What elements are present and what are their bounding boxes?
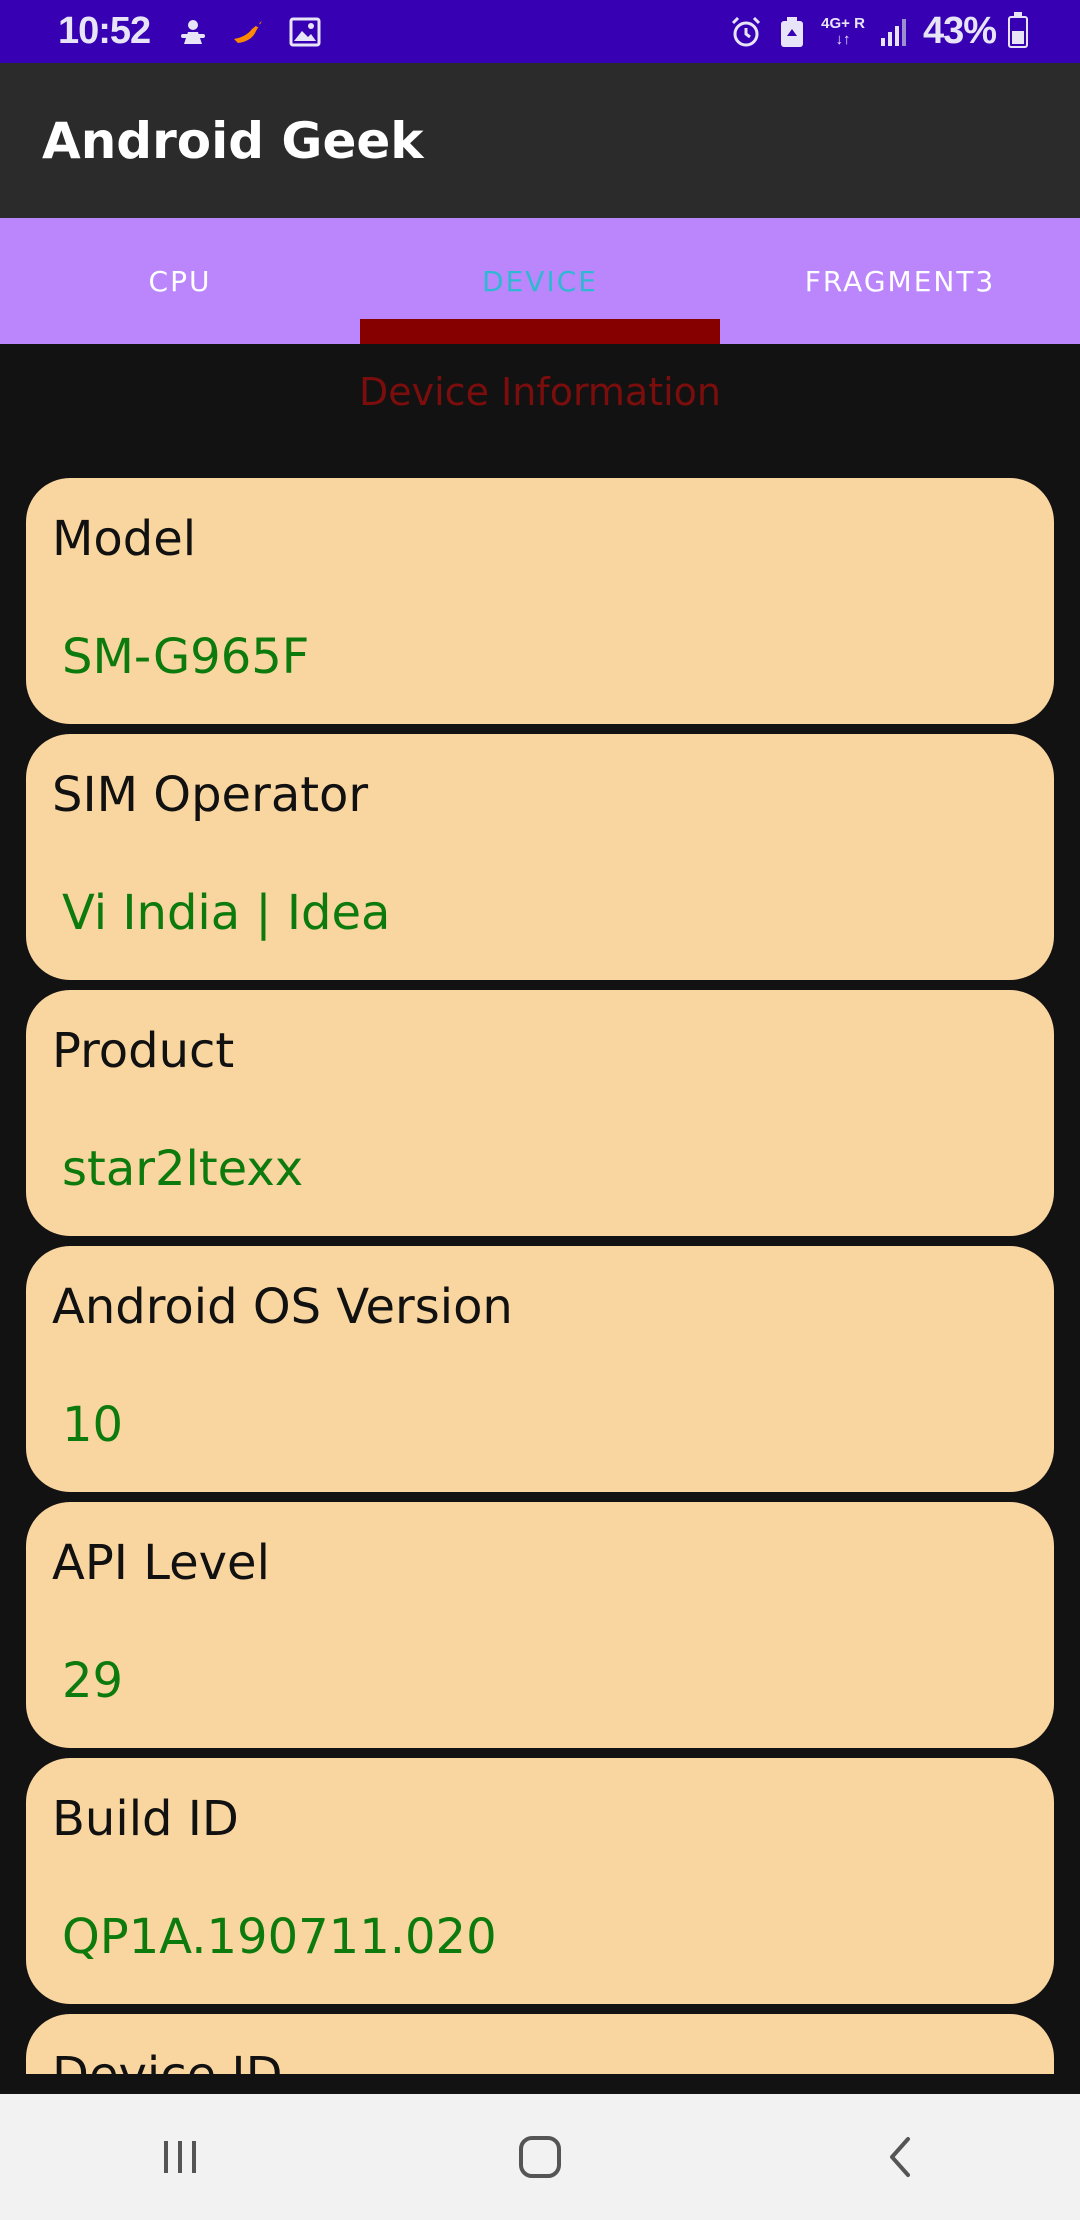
recycle-icon — [775, 15, 809, 49]
info-card-api-level: API Level 29 — [26, 1502, 1054, 1748]
status-time: 10:52 — [58, 10, 151, 52]
signal-icon — [877, 15, 911, 49]
card-label: Build ID — [52, 1791, 239, 1847]
card-value: star2ltexx — [62, 1141, 304, 1197]
info-card-device-id: Device ID — [26, 2014, 1054, 2074]
info-card-sim-operator: SIM Operator Vi India | Idea — [26, 734, 1054, 980]
section-title: Device Information — [358, 370, 721, 414]
card-label: Android OS Version — [52, 1279, 513, 1335]
tab-label: CPU — [148, 264, 212, 298]
pilot-icon — [176, 15, 210, 49]
card-label: SIM Operator — [52, 767, 369, 823]
info-card-product: Product star2ltexx — [26, 990, 1054, 1236]
app-title: Android Geek — [42, 111, 424, 170]
bird-icon — [232, 15, 266, 49]
tab-label: DEVICE — [482, 264, 598, 298]
card-label: Product — [52, 1023, 235, 1079]
tab-indicator — [360, 319, 720, 344]
card-label: API Level — [52, 1535, 270, 1591]
card-value: QP1A.190711.020 — [62, 1909, 497, 1965]
tab-label: FRAGMENT3 — [804, 264, 996, 298]
alarm-icon — [729, 15, 763, 49]
card-value: 29 — [62, 1653, 124, 1709]
app-bar: Android Geek — [0, 63, 1080, 218]
status-bar: 10:52 4G+ R ↓↑ 43% — [0, 0, 1080, 63]
home-icon[interactable] — [480, 2107, 600, 2207]
info-card-model: Model SM-G965F — [26, 478, 1054, 724]
battery-percent: 43% — [922, 10, 997, 52]
info-card-android-os-version: Android OS Version 10 — [26, 1246, 1054, 1492]
network-type: 4G+ R ↓↑ — [821, 14, 865, 48]
card-value: 10 — [62, 1397, 124, 1453]
battery-icon — [1008, 11, 1028, 48]
card-label: Device ID — [52, 2046, 1054, 2074]
card-value: Vi India | Idea — [62, 885, 391, 941]
navigation-bar — [0, 2094, 1080, 2220]
back-icon[interactable] — [840, 2107, 960, 2207]
tab-cpu[interactable]: CPU — [0, 218, 360, 344]
device-info-list[interactable]: Model SM-G965F SIM Operator Vi India | I… — [26, 478, 1054, 2074]
tab-device[interactable]: DEVICE — [360, 218, 720, 344]
tab-bar: CPU DEVICE FRAGMENT3 — [0, 218, 1080, 344]
info-card-build-id: Build ID QP1A.190711.020 — [26, 1758, 1054, 2004]
card-value: SM-G965F — [62, 629, 310, 685]
card-label: Model — [52, 511, 197, 567]
gallery-icon — [288, 15, 322, 49]
recent-apps-icon[interactable] — [120, 2107, 240, 2207]
tab-fragment3[interactable]: FRAGMENT3 — [720, 218, 1080, 344]
